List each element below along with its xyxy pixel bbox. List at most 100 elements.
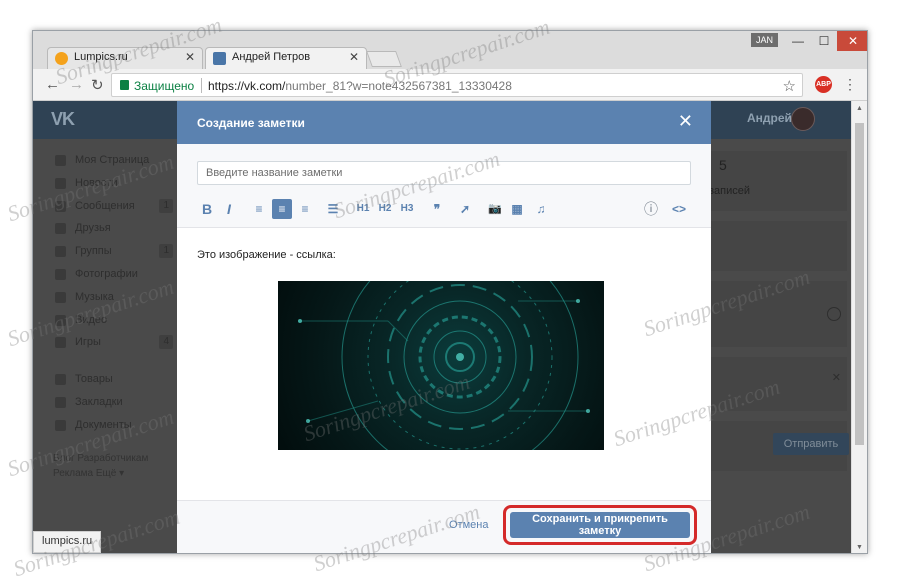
lumpics-favicon-icon [55,52,68,65]
close-window-icon[interactable]: ✕ [837,31,867,51]
editor-toolbar-area: B I ≡ ≡ ≡ ☰ H1 H2 H3 ❞ ➚ 📷 ▦ ♫ ⓘ <> [177,144,711,228]
photo-icon[interactable]: 📷 [485,199,505,219]
home-icon [55,155,66,166]
align-right-icon[interactable]: ≡ [295,199,315,219]
right-card: ✕ [709,357,847,411]
bag-icon [55,374,66,386]
groups-icon [55,246,66,258]
right-card-send: Отправить [709,421,849,471]
profile-chip[interactable]: JAN [751,33,779,47]
highlight-frame: Сохранить и прикрепить заметку [503,505,697,545]
browser-window: Lumpics.ru ✕ Андрей Петров ✕ JAN — ☐ ✕ ←… [32,30,868,554]
new-tab-button[interactable] [366,51,402,67]
right-card-comment [709,281,847,347]
sidebar-item-bookmarks[interactable]: Закладки [53,391,179,414]
sidebar-item-news[interactable]: Новости [53,172,179,195]
records-count: 5 [719,157,727,173]
link-icon[interactable]: ➚ [455,199,475,219]
tab-vk[interactable]: Андрей Петров ✕ [205,47,367,69]
minimize-icon[interactable]: — [785,31,811,51]
sidebar-item-messages[interactable]: Сообщения 1 [53,195,179,218]
count-badge: 4 [159,335,173,350]
divider [201,78,202,93]
tab-lumpics[interactable]: Lumpics.ru ✕ [47,47,203,69]
sidebar-footer[interactable]: Блог Разработчикам Реклама Ещё ▾ [53,451,179,481]
scroll-down-icon[interactable]: ▼ [856,544,863,551]
sidebar-item-games[interactable]: Игры 4 [53,331,179,354]
count-badge: 1 [159,244,173,259]
browser-menu-icon[interactable]: ⋮ [843,76,857,93]
back-icon[interactable]: ← [45,76,60,93]
close-icon[interactable]: ✕ [678,112,693,130]
save-and-attach-button[interactable]: Сохранить и прикрепить заметку [510,512,690,538]
sidebar-item-photos[interactable]: Фотографии [53,263,179,286]
bookmark-star-icon[interactable]: ☆ [783,77,796,95]
note-title-input[interactable] [197,161,691,185]
sidebar-item-groups[interactable]: Группы 1 [53,240,179,263]
quote-icon[interactable]: ❞ [427,199,447,219]
sidebar-item-video[interactable]: Видео [53,309,179,332]
count-badge: 1 [159,198,173,213]
modal-title: Создание заметки [197,116,305,130]
maximize-icon[interactable]: ☐ [811,31,837,51]
video-icon[interactable]: ▦ [507,199,527,219]
scrollbar[interactable]: ▲ ▼ [851,101,867,553]
bold-icon[interactable]: B [197,199,217,219]
list-icon[interactable]: ☰ [323,199,343,219]
url-text[interactable]: https://vk.com/number_81?w=note432567381… [208,79,512,93]
scroll-up-icon[interactable]: ▲ [856,105,863,112]
status-bubble: lumpics.ru [33,531,102,553]
smile-icon[interactable] [827,307,841,321]
vk-favicon-icon [213,52,226,65]
address-bar[interactable]: Защищено https://vk.com/number_81?w=note… [111,73,803,97]
sidebar-item-my-page[interactable]: Моя Страница [53,149,179,172]
modal-header: Создание заметки ✕ [177,101,711,144]
linked-image[interactable] [278,281,604,450]
heading-3-icon[interactable]: H3 [397,199,417,219]
audio-icon[interactable]: ♫ [531,199,551,219]
secure-label: Защищено [134,79,195,93]
sidebar-item-documents[interactable]: Документы [53,414,179,437]
right-card-records: 5 записей [709,151,847,211]
create-note-modal: Создание заметки ✕ B I ≡ ≡ ≡ ☰ H1 H2 H3 … [177,101,711,553]
document-icon [55,419,66,431]
camera-icon [55,268,66,280]
vk-logo[interactable]: VK [51,109,75,130]
sidebar-item-friends[interactable]: Друзья [53,217,179,240]
video-icon [55,314,66,326]
scrollbar-thumb[interactable] [855,123,864,445]
modal-footer: Отмена Сохранить и прикрепить заметку [177,500,711,553]
avatar[interactable] [791,107,815,131]
vk-sidebar: Моя Страница Новости Сообщения 1 Друзья Г… [53,149,179,481]
cancel-button[interactable]: Отмена [449,519,488,531]
heading-2-icon[interactable]: H2 [375,199,395,219]
tab-title: Lumpics.ru [74,51,128,63]
tab-title: Андрей Петров [232,51,311,63]
lock-icon [120,80,129,90]
news-icon [55,177,66,189]
align-left-icon[interactable]: ≡ [249,199,269,219]
reload-icon[interactable]: ↻ [91,76,104,94]
music-icon [55,291,66,303]
send-button[interactable]: Отправить [773,433,849,455]
sidebar-item-music[interactable]: Музыка [53,286,179,309]
sidebar-item-goods[interactable]: Товары [53,368,179,391]
code-view-icon[interactable]: <> [669,199,689,219]
tech-circles-image [298,281,590,450]
vk-user-name[interactable]: Андрей [747,111,792,125]
close-icon[interactable]: ✕ [832,371,841,384]
italic-icon[interactable]: I [219,199,239,219]
records-label: записей [709,185,751,197]
heading-1-icon[interactable]: H1 [353,199,373,219]
info-icon[interactable]: ⓘ [641,199,661,219]
forward-icon[interactable]: → [69,76,84,93]
align-center-icon[interactable]: ≡ [272,199,292,219]
editor-body[interactable]: Это изображение - ссылка: [177,228,711,500]
games-icon [55,337,66,349]
page-viewport: VK Андрей Моя Страница Новости Сообщения… [33,101,853,553]
tab-close-icon[interactable]: ✕ [185,50,195,64]
note-body-text[interactable]: Это изображение - ссылка: [197,249,336,261]
tab-close-icon[interactable]: ✕ [349,50,359,64]
friends-icon [55,223,66,235]
adblock-extension-icon[interactable]: ABP [815,76,832,93]
